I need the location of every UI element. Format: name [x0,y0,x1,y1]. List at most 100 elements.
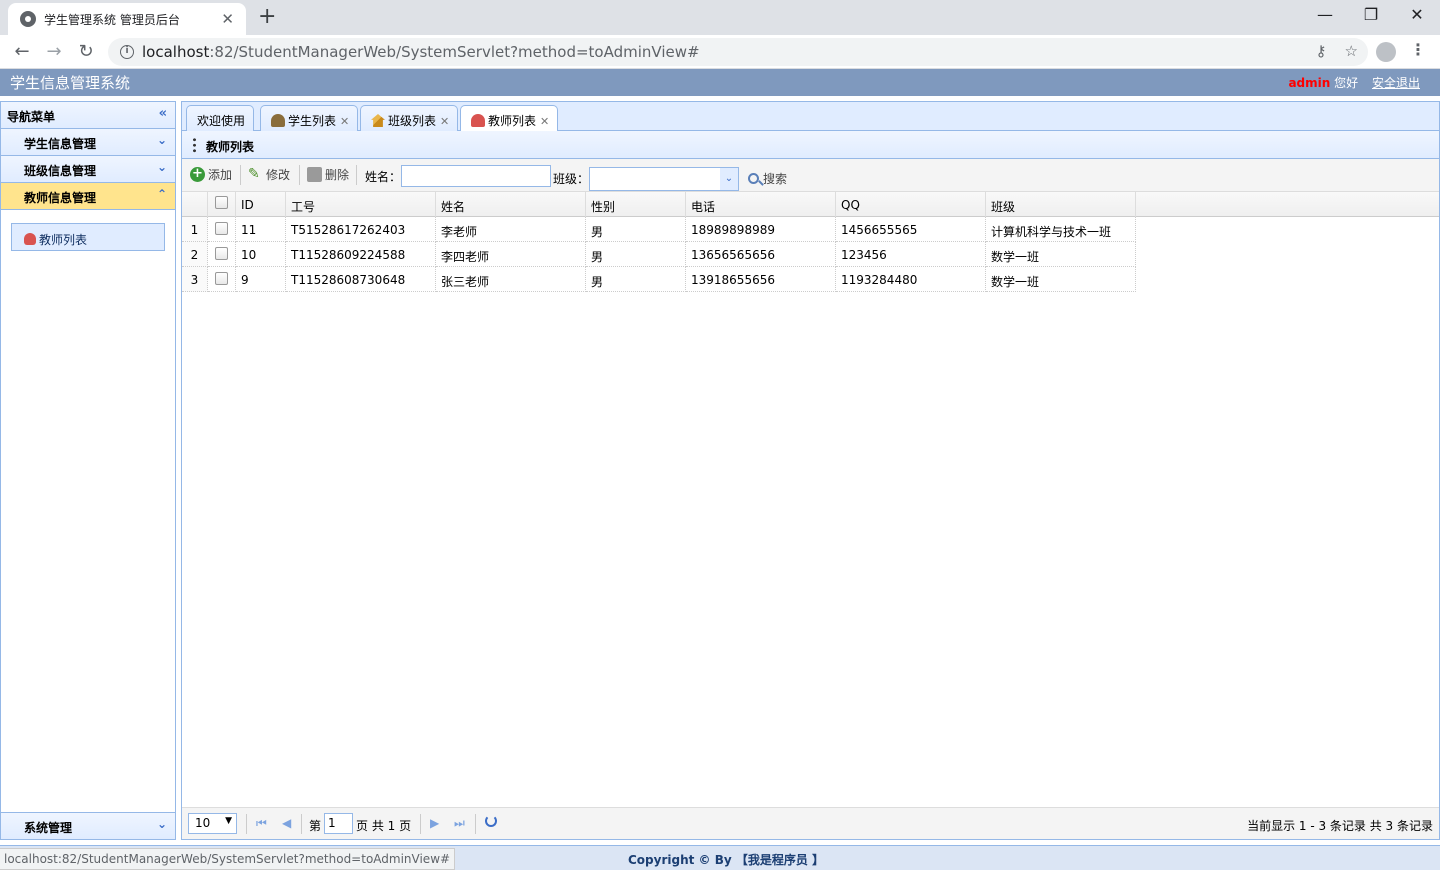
username: admin [1288,76,1331,90]
class-select[interactable]: ⌄ [589,167,739,191]
maximize-button[interactable]: ❐ [1348,4,1394,26]
page-number-input[interactable]: 1 [324,813,353,834]
cell-qq: 1456655565 [836,217,986,242]
table-row[interactable]: 2 10 T11528609224588 李四老师 男 13656565656 … [182,242,1439,267]
tab-label: 教师列表 [488,114,537,128]
chevron-down-icon[interactable]: ⌄ [157,160,167,174]
column-header[interactable]: ID [236,192,286,217]
close-window-button[interactable]: ✕ [1394,4,1440,26]
chevron-up-icon[interactable]: ⌃ [157,187,167,201]
column-header[interactable]: 班级 [986,192,1136,217]
sidebar-item-system[interactable]: 系统管理 ⌄ [1,812,175,839]
cell-sex: 男 [586,217,686,242]
search-label: 搜索 [763,172,788,186]
cell-sex: 男 [586,267,686,292]
sidebar-item-label: 教师信息管理 [24,191,97,205]
globe-icon [20,11,36,27]
tab-class-list[interactable]: 班级列表 ✕ [360,105,459,131]
url-path: :82/StudentManagerWeb/SystemServlet?meth… [209,43,700,61]
trash-icon [307,167,322,182]
back-button[interactable]: ← [10,41,34,63]
cell-qq: 123456 [836,242,986,267]
chevron-down-icon[interactable]: ⌄ [157,817,167,831]
first-page-icon[interactable]: ⏮ [256,816,267,831]
row-checkbox[interactable] [215,272,228,285]
info-icon[interactable]: i [120,45,134,59]
browser-tab-bar: 学生管理系统 管理员后台 ✕ + — ❐ ✕ [0,0,1440,35]
tab-welcome[interactable]: 欢迎使用 [186,105,255,131]
cell-class: 数学一班 [986,242,1136,267]
edit-button[interactable]: ✎ 修改 [248,166,290,183]
greeting: 您好 [1334,76,1359,90]
minimize-button[interactable]: — [1302,4,1348,26]
search-button[interactable]: 搜索 [748,170,787,187]
pager-divider [420,814,421,834]
forward-button[interactable]: → [42,41,66,63]
browser-tab[interactable]: 学生管理系统 管理员后台 ✕ [8,3,246,35]
row-number: 3 [182,267,208,292]
sidebar-link-teacher-list[interactable]: 教师列表 [11,223,165,251]
profile-avatar[interactable] [1376,42,1396,62]
row-checkbox[interactable] [215,222,228,235]
row-checkbox[interactable] [215,247,228,260]
reload-button[interactable]: ↻ [74,41,98,63]
table-row[interactable]: 3 9 T11528608730648 张三老师 男 13918655656 1… [182,267,1439,292]
table-row[interactable]: 1 11 T51528617262403 李老师 男 18989898989 1… [182,217,1439,242]
cell-id: 10 [236,242,286,267]
pager-info: 当前显示 1 - 3 条记录 共 3 条记录 [1247,819,1433,833]
collapse-sidebar-icon[interactable]: « [159,106,167,121]
cell-qq: 1193284480 [836,267,986,292]
delete-button[interactable]: 删除 [307,166,349,183]
select-all-checkbox[interactable] [215,196,228,209]
close-tab-icon[interactable]: ✕ [221,10,234,28]
pagination: 10 ▼ ⏮ ◀ 第 1 页 共 1 页 ▶ ⏭ 当前显示 1 - 3 条记录 共… [182,807,1439,839]
chevron-down-icon[interactable]: ⌄ [720,168,738,190]
star-icon[interactable]: ☆ [1345,42,1358,60]
page-size-select[interactable]: 10 ▼ [188,813,237,834]
column-header[interactable]: 工号 [286,192,436,217]
delete-label: 删除 [325,168,350,182]
pager-divider [301,814,302,834]
user-icon [24,233,36,245]
new-tab-button[interactable]: + [258,4,276,30]
close-icon[interactable]: ✕ [440,115,449,128]
pager-divider [246,814,247,834]
sidebar-item-student[interactable]: 学生信息管理 ⌄ [1,129,175,156]
last-page-icon[interactable]: ⏭ [454,816,465,831]
tab-teacher-list[interactable]: 教师列表 ✕ [460,105,559,132]
pencil-icon: ✎ [248,166,260,182]
plus-icon: + [190,167,205,182]
tab-label: 学生列表 [288,114,337,128]
prev-page-icon[interactable]: ◀ [282,816,291,830]
main-panel: 欢迎使用 学生列表 ✕ 班级列表 ✕ 教师列表 ✕ 教师列表 + 添加 ✎ 修改 删除 姓… [181,101,1440,840]
dropdown-arrow-icon: ▼ [225,816,232,826]
row-select-cell [208,242,236,267]
sidebar-item-label: 系统管理 [24,821,73,835]
cell-id: 9 [236,267,286,292]
pager-divider [475,814,476,834]
house-icon [371,114,385,127]
user-info: admin 您好 安全退出 [1288,74,1420,91]
chevron-down-icon[interactable]: ⌄ [157,133,167,147]
edit-label: 修改 [266,168,291,182]
sidebar-item-class[interactable]: 班级信息管理 ⌄ [1,156,175,183]
url-host: localhost [142,43,210,61]
column-header[interactable]: 姓名 [436,192,586,217]
close-icon[interactable]: ✕ [340,115,349,128]
sidebar-item-teacher[interactable]: 教师信息管理 ⌃ [1,183,175,210]
browser-menu-icon[interactable]: ⋮ [1410,40,1426,59]
url-field[interactable]: i localhost:82/StudentManagerWeb/SystemS… [108,38,1368,66]
key-icon[interactable]: ⚷ [1316,42,1327,60]
tab-student-list[interactable]: 学生列表 ✕ [260,105,359,131]
refresh-icon[interactable] [485,815,497,827]
add-button[interactable]: + 添加 [190,166,232,183]
tab-label: 班级列表 [388,114,437,128]
logout-link[interactable]: 安全退出 [1372,76,1420,90]
name-search-input[interactable] [401,165,551,187]
column-header[interactable]: 性别 [586,192,686,217]
column-header[interactable]: QQ [836,192,986,217]
table-header: ID 工号 姓名 性别 电话 QQ 班级 [182,192,1439,217]
column-header[interactable]: 电话 [686,192,836,217]
next-page-icon[interactable]: ▶ [430,816,439,830]
close-icon[interactable]: ✕ [540,115,549,128]
